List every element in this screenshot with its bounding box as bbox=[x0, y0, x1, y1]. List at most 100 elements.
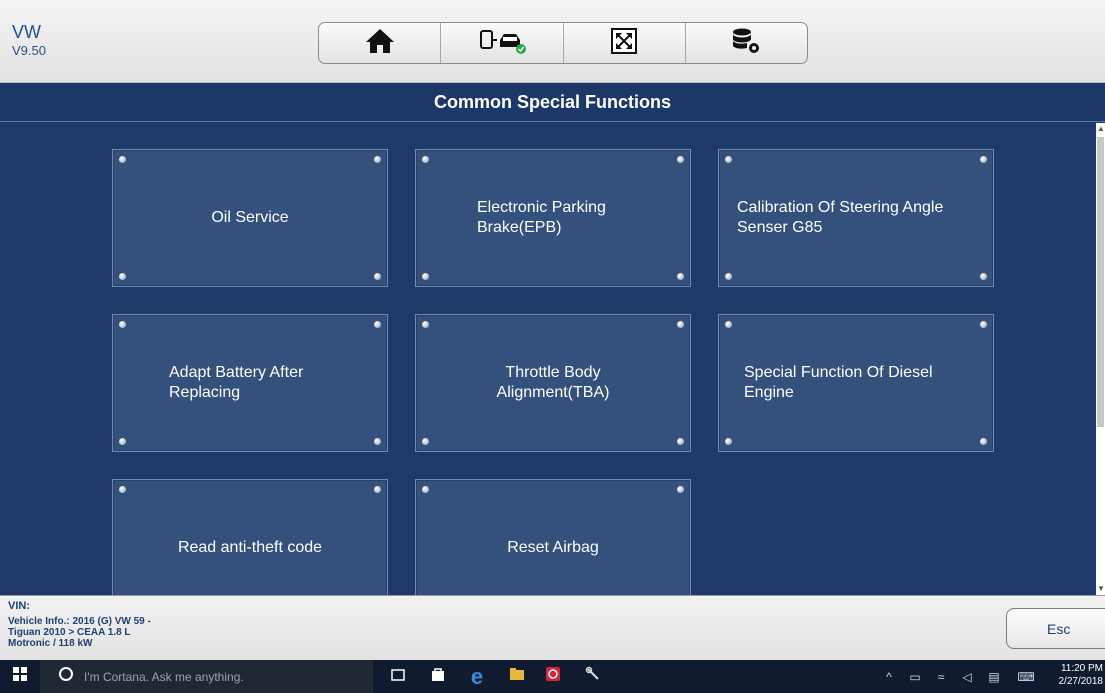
vehicle-info-line: Motronic / 118 kW bbox=[8, 638, 93, 649]
store-bag-icon bbox=[430, 666, 446, 687]
top-toolbar bbox=[318, 22, 808, 64]
vin-label: VIN: bbox=[8, 600, 30, 612]
screw-icon bbox=[725, 321, 732, 328]
tile-adapt-battery[interactable]: Adapt Battery After Replacing bbox=[112, 314, 388, 452]
screw-icon bbox=[980, 321, 987, 328]
edge-icon: e bbox=[470, 663, 484, 689]
screw-icon bbox=[119, 438, 126, 445]
tray-overflow-button[interactable]: ^ bbox=[880, 660, 898, 693]
screw-icon bbox=[725, 156, 732, 163]
store-button[interactable] bbox=[423, 660, 453, 693]
vehicle-info: Vehicle Info.: 2016 (G) VW 59 - Tiguan 2… bbox=[8, 616, 238, 649]
clock-time: 11:20 PM bbox=[1060, 663, 1103, 674]
windows-logo-icon bbox=[13, 667, 27, 686]
tile-label: Oil Service bbox=[211, 209, 289, 226]
tile-label: Calibration Of Steering Angle Senser G85 bbox=[737, 199, 944, 236]
tile-throttle-body-alignment[interactable]: Throttle Body Alignment(TBA) bbox=[415, 314, 691, 452]
tile-diesel-engine-functions[interactable]: Special Function Of Diesel Engine bbox=[718, 314, 994, 452]
screw-icon bbox=[119, 156, 126, 163]
software-version: V9.50 bbox=[12, 43, 46, 58]
volume-button[interactable]: ◁ bbox=[958, 660, 976, 693]
screw-icon bbox=[119, 273, 126, 280]
home-button[interactable] bbox=[319, 23, 442, 63]
tile-electronic-parking-brake[interactable]: Electronic Parking Brake(EPB) bbox=[415, 149, 691, 287]
folder-icon bbox=[509, 667, 525, 686]
scroll-down-arrow-icon[interactable]: ▼ bbox=[1097, 584, 1105, 594]
fullscreen-icon bbox=[611, 27, 638, 59]
vehicle-info-line: Tiguan 2010 > CEAA 1.8 L bbox=[8, 627, 131, 638]
screw-icon bbox=[374, 321, 381, 328]
screw-icon bbox=[980, 273, 987, 280]
vertical-scrollbar[interactable]: ▲ ▼ bbox=[1096, 123, 1105, 595]
diagnostic-tool-button[interactable] bbox=[578, 660, 608, 693]
screw-icon bbox=[422, 273, 429, 280]
screw-icon bbox=[677, 156, 684, 163]
file-explorer-button[interactable] bbox=[502, 660, 532, 693]
wifi-icon: ≈ bbox=[937, 669, 945, 684]
screw-icon bbox=[725, 273, 732, 280]
windows-taskbar: I'm Cortana. Ask me anything. e ^ ▭ ≈ ◁ … bbox=[0, 660, 1105, 693]
screw-icon bbox=[677, 486, 684, 493]
data-settings-button[interactable] bbox=[686, 23, 807, 63]
tile-label: Electronic Parking Brake(EPB) bbox=[477, 199, 606, 236]
screw-icon bbox=[374, 273, 381, 280]
brand-block: VW V9.50 bbox=[12, 22, 46, 60]
search-placeholder: I'm Cortana. Ask me anything. bbox=[84, 669, 244, 684]
speaker-icon: ◁ bbox=[962, 669, 972, 684]
network-button[interactable]: ≈ bbox=[932, 660, 950, 693]
cortana-search-box[interactable]: I'm Cortana. Ask me anything. bbox=[40, 660, 373, 693]
tile-steering-angle-calibration[interactable]: Calibration Of Steering Angle Senser G85 bbox=[718, 149, 994, 287]
screw-icon bbox=[980, 156, 987, 163]
cortana-circle-icon bbox=[58, 666, 74, 687]
tile-read-anti-theft-code[interactable]: Read anti-theft code bbox=[112, 479, 388, 595]
chevron-up-icon: ^ bbox=[886, 669, 892, 684]
scroll-up-arrow-icon[interactable]: ▲ bbox=[1097, 124, 1105, 134]
screw-icon bbox=[725, 438, 732, 445]
tile-oil-service[interactable]: Oil Service bbox=[112, 149, 388, 287]
keyboard-button[interactable]: ⌨ bbox=[1012, 660, 1040, 693]
tile-label: Reset Airbag bbox=[507, 539, 599, 556]
screw-icon bbox=[422, 321, 429, 328]
notification-icon: ▤ bbox=[988, 669, 1000, 684]
screw-icon bbox=[422, 486, 429, 493]
app-button[interactable] bbox=[538, 660, 568, 693]
vehicle-info-line: Vehicle Info.: 2016 (G) VW 59 - bbox=[8, 616, 151, 627]
function-grid-area: Oil Service Electronic Parking Brake(EPB… bbox=[0, 123, 1105, 595]
battery-button[interactable]: ▭ bbox=[906, 660, 924, 693]
edge-browser-button[interactable]: e bbox=[462, 660, 492, 693]
red-app-icon bbox=[545, 666, 561, 687]
screw-icon bbox=[119, 486, 126, 493]
esc-button[interactable]: Esc bbox=[1006, 608, 1105, 649]
screw-icon bbox=[374, 438, 381, 445]
app-window: VW V9.50 Common Special Functions Oil Se… bbox=[0, 0, 1105, 693]
keyboard-icon: ⌨ bbox=[1017, 669, 1035, 684]
action-center-button[interactable]: ▤ bbox=[984, 660, 1004, 693]
title-band: Common Special Functions bbox=[0, 84, 1105, 122]
screw-icon bbox=[374, 486, 381, 493]
screw-icon bbox=[119, 321, 126, 328]
taskbar-clock[interactable]: 11:20 PM 2/27/2018 bbox=[1056, 662, 1105, 688]
battery-icon: ▭ bbox=[909, 669, 921, 684]
wrench-icon bbox=[585, 666, 601, 687]
screw-icon bbox=[980, 438, 987, 445]
tile-label: Special Function Of Diesel Engine bbox=[744, 364, 933, 401]
tile-label: Read anti-theft code bbox=[177, 539, 323, 556]
screw-icon bbox=[677, 273, 684, 280]
screw-icon bbox=[677, 321, 684, 328]
clock-date: 2/27/2018 bbox=[1058, 676, 1104, 687]
task-view-button[interactable] bbox=[383, 660, 413, 693]
tile-label: Throttle Body Alignment(TBA) bbox=[496, 364, 610, 401]
vehicle-connection-button[interactable] bbox=[441, 23, 564, 63]
scroll-thumb[interactable] bbox=[1097, 137, 1104, 427]
tile-label: Adapt Battery After Replacing bbox=[169, 364, 304, 401]
header-bar: VW V9.50 bbox=[0, 0, 1105, 83]
windows-start-button[interactable] bbox=[0, 660, 40, 693]
function-tiles: Oil Service Electronic Parking Brake(EPB… bbox=[112, 149, 996, 595]
tile-reset-airbag[interactable]: Reset Airbag bbox=[415, 479, 691, 595]
fullscreen-button[interactable] bbox=[564, 23, 686, 63]
brand-name: VW bbox=[12, 22, 41, 42]
screw-icon bbox=[374, 156, 381, 163]
screw-icon bbox=[422, 438, 429, 445]
page-title: Common Special Functions bbox=[433, 92, 672, 112]
vehicle-info-bar: VIN: Vehicle Info.: 2016 (G) VW 59 - Tig… bbox=[0, 595, 1105, 660]
